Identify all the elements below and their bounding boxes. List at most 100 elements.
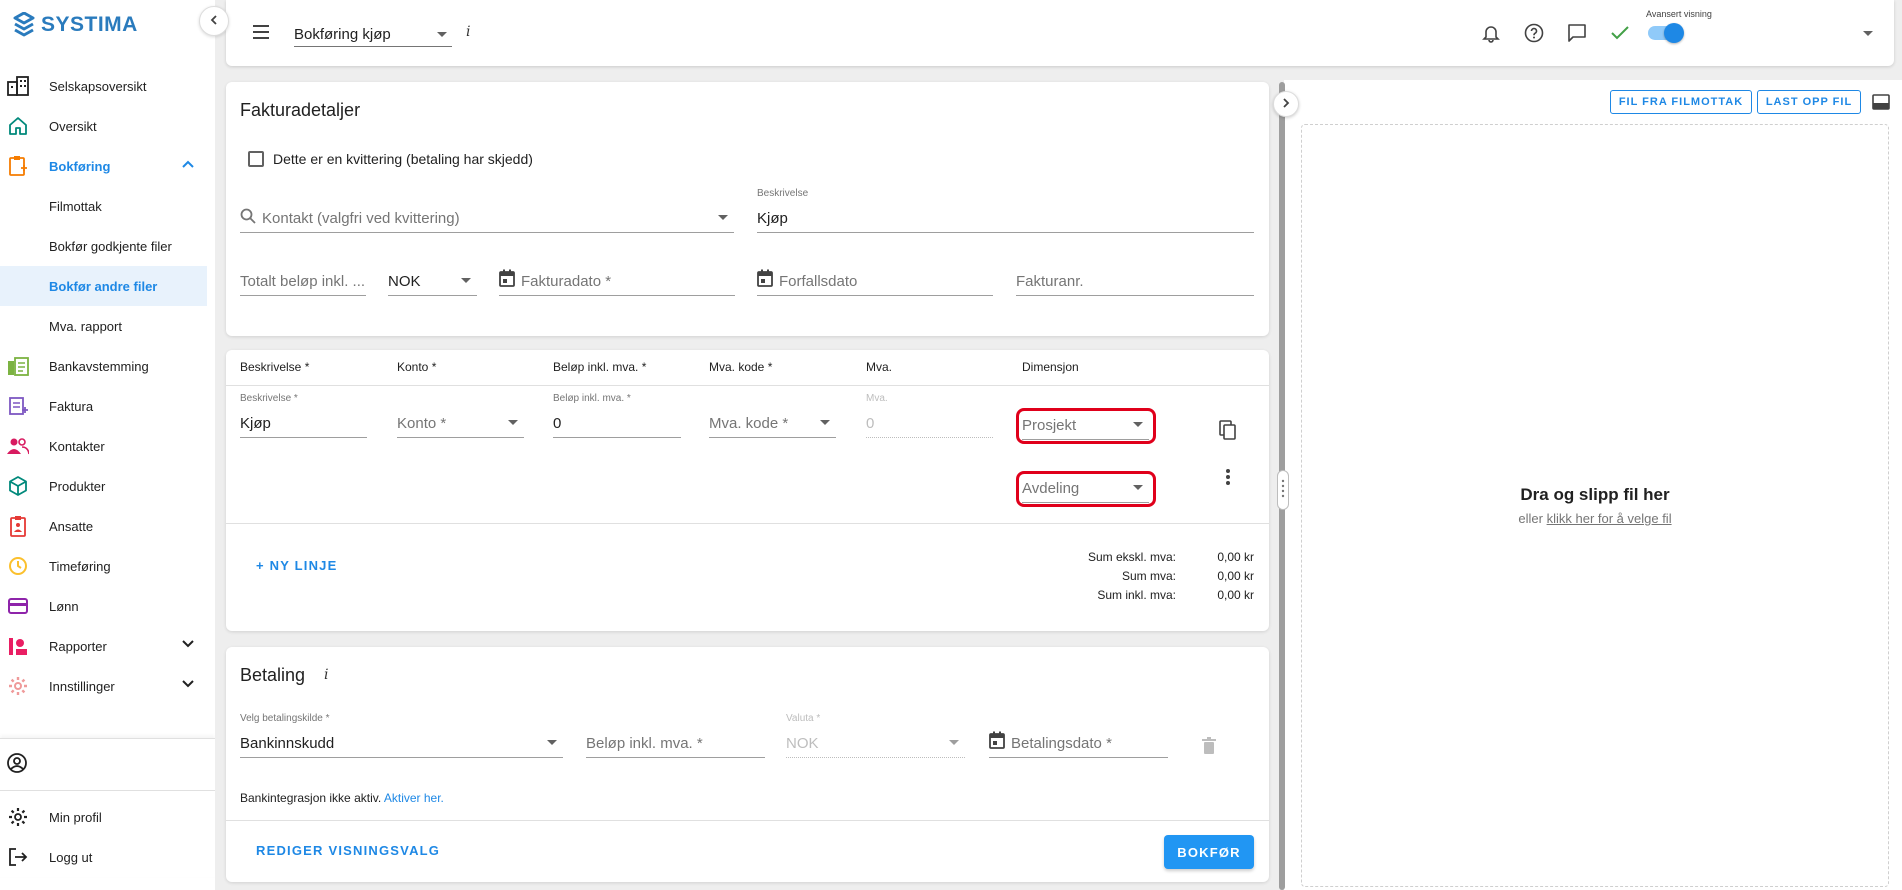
sidebar-collapse-button[interactable] [199,6,229,36]
sidebar-subitem-bokfor-andre[interactable]: Bokfør andre filer [0,266,207,306]
advanced-view-toggle[interactable] [1648,23,1684,43]
sidebar-item-logg-ut[interactable]: Logg ut [0,837,215,877]
bank-integration-notice: Bankintegrasjon ikke aktiv. Aktiver her. [240,791,444,805]
sidebar-item-bokforing[interactable]: Bokføring [0,146,207,186]
dropdown-arrow-icon [949,740,959,745]
invoice-date-field[interactable]: Fakturadato * [499,264,735,296]
sidebar-item-label: Produkter [49,478,106,494]
sidebar-item-lonn[interactable]: Lønn [0,586,207,626]
payment-amount-field[interactable]: Beløp inkl. mva. * [586,726,765,758]
header-divider [226,385,1269,386]
invoice-number-field[interactable]: Fakturanr. [1016,264,1254,296]
sidebar-item-innstillinger[interactable]: Innstillinger [0,666,207,706]
col-header-vat-code: Mva. kode * [709,360,773,374]
invoice-icon [6,394,30,418]
lines-card: Beskrivelse * Konto * Beløp inkl. mva. *… [226,350,1269,631]
sidebar-item-faktura[interactable]: Faktura [0,386,207,426]
sidebar-item-timeforing[interactable]: Timeføring [0,546,207,586]
sidebar-item-oversikt[interactable]: Oversikt [0,106,207,146]
sidebar-item-bankavstemming[interactable]: Bankavstemming [0,346,207,386]
home-icon [6,114,30,138]
sidebar-item-min-profil[interactable]: Min profil [0,797,215,837]
menu-icon[interactable] [251,22,271,45]
payment-source-select[interactable]: Velg betalingskilde * Bankinnskudd [240,713,563,758]
payment-date-field[interactable]: Betalingsdato * [989,726,1168,758]
description-field[interactable]: Beskrivelse Kjøp [757,188,1254,233]
search-icon [240,208,256,227]
chevron-down-icon[interactable] [181,677,195,694]
sidebar-item-produkter[interactable]: Produkter [0,466,207,506]
sidebar-subitem-label: Mva. rapport [49,318,122,334]
dropzone-subtitle: eller klikk her for å velge fil [1302,511,1888,526]
activate-bank-link[interactable]: Aktiver her. [384,791,444,805]
post-button[interactable]: BOKFØR [1164,835,1254,869]
edit-view-options-button[interactable]: REDIGER VISNINGSVALG [256,843,440,858]
help-icon[interactable] [1522,21,1546,45]
copy-line-icon[interactable] [1219,420,1237,443]
sum-excl-label: Sum ekskl. mva: [1087,550,1176,564]
sum-vat-value: 0,00 kr [1217,569,1254,583]
info-icon[interactable]: i [324,667,328,683]
new-line-button[interactable]: + NY LINJE [256,558,337,573]
line-account-select[interactable]: Konto * [397,406,524,438]
file-dropzone[interactable]: Dra og slipp fil her eller klikk her for… [1301,124,1889,887]
lines-divider [226,523,1269,524]
chat-icon[interactable] [1565,21,1589,45]
sidebar-subitem-bokfor-godkjente[interactable]: Bokfør godkjente filer [0,226,207,266]
dropzone-or: eller [1518,511,1543,526]
bookkeeping-icon [6,154,30,178]
account-circle-icon [6,752,28,777]
line-vat-code-select[interactable]: Mva. kode * [709,406,836,438]
contact-field[interactable]: Kontakt (valgfri ved kvittering) [240,201,734,233]
line-description-field[interactable]: Beskrivelse * Kjøp [240,393,367,438]
payment-source-label: Velg betalingskilde * [240,713,330,724]
line-description-value: Kjøp [240,415,271,432]
check-icon[interactable] [1608,21,1632,45]
line-amount-field[interactable]: Beløp inkl. mva. * 0 [553,393,681,438]
systima-logo-icon [13,12,35,37]
upload-file-button[interactable]: LAST OPP FIL [1757,90,1861,114]
more-vert-icon[interactable] [1225,468,1231,489]
line-amount-value: 0 [553,415,562,432]
panel-resize-handle[interactable] [1277,470,1289,510]
chevron-down-icon[interactable] [181,637,195,654]
info-icon[interactable]: i [466,24,470,40]
dropdown-arrow-icon [547,740,557,745]
sidebar-item-label: Logg ut [49,849,93,865]
invoice-details-card: Fakturadetaljer Dette er en kvittering (… [226,82,1269,336]
line-vat-field: Mva. 0 [866,393,993,438]
sidebar-item-label: Innstillinger [49,678,115,694]
sidebar-item-ansatte[interactable]: Ansatte [0,506,207,546]
due-date-field[interactable]: Forfallsdato [757,264,993,296]
caret-down-icon[interactable] [1856,21,1880,45]
chevron-up-icon[interactable] [181,157,195,174]
line-department-select[interactable]: Avdeling [1022,471,1149,503]
sidebar-item-selskapsoversikt[interactable]: Selskapsoversikt [0,66,207,106]
sidebar-item-label: Kontakter [49,438,105,454]
col-header-description: Beskrivelse * [240,360,310,374]
choose-file-link[interactable]: klikk her for å velge fil [1547,511,1672,526]
panel-expand-button[interactable] [1273,91,1299,117]
file-from-inbox-button[interactable]: FIL FRA FILMOTTAK [1610,90,1752,114]
currency-select[interactable]: NOK [388,264,477,296]
page-type-select[interactable]: Bokføring kjøp [294,22,452,47]
sidebar-subitem-filmottak[interactable]: Filmottak [0,186,207,226]
sidebar-item-label: Timeføring [49,558,111,574]
user-avatar[interactable] [0,739,215,791]
sidebar-item-rapporter[interactable]: Rapporter [0,626,207,666]
payment-card: Betaling i Velg betalingskilde * Bankinn… [226,647,1269,882]
page-type-value: Bokføring kjøp [294,25,391,43]
line-project-select[interactable]: Prosjekt [1022,408,1149,440]
systima-logo[interactable]: SYSTIMA [13,12,138,38]
calendar-icon [757,269,773,290]
receipt-checkbox[interactable] [248,151,264,167]
total-amount-field[interactable]: Totalt beløp inkl. ... [240,264,366,296]
due-date-placeholder: Forfallsdato [779,273,858,290]
panel-layout-icon[interactable] [1872,94,1890,113]
bell-icon[interactable] [1479,21,1503,45]
delete-icon[interactable] [1202,737,1216,758]
dropdown-arrow-icon [1133,485,1143,490]
payment-source-value: Bankinnskudd [240,735,335,752]
sidebar-item-kontakter[interactable]: Kontakter [0,426,207,466]
sidebar-subitem-mva-rapport[interactable]: Mva. rapport [0,306,207,346]
